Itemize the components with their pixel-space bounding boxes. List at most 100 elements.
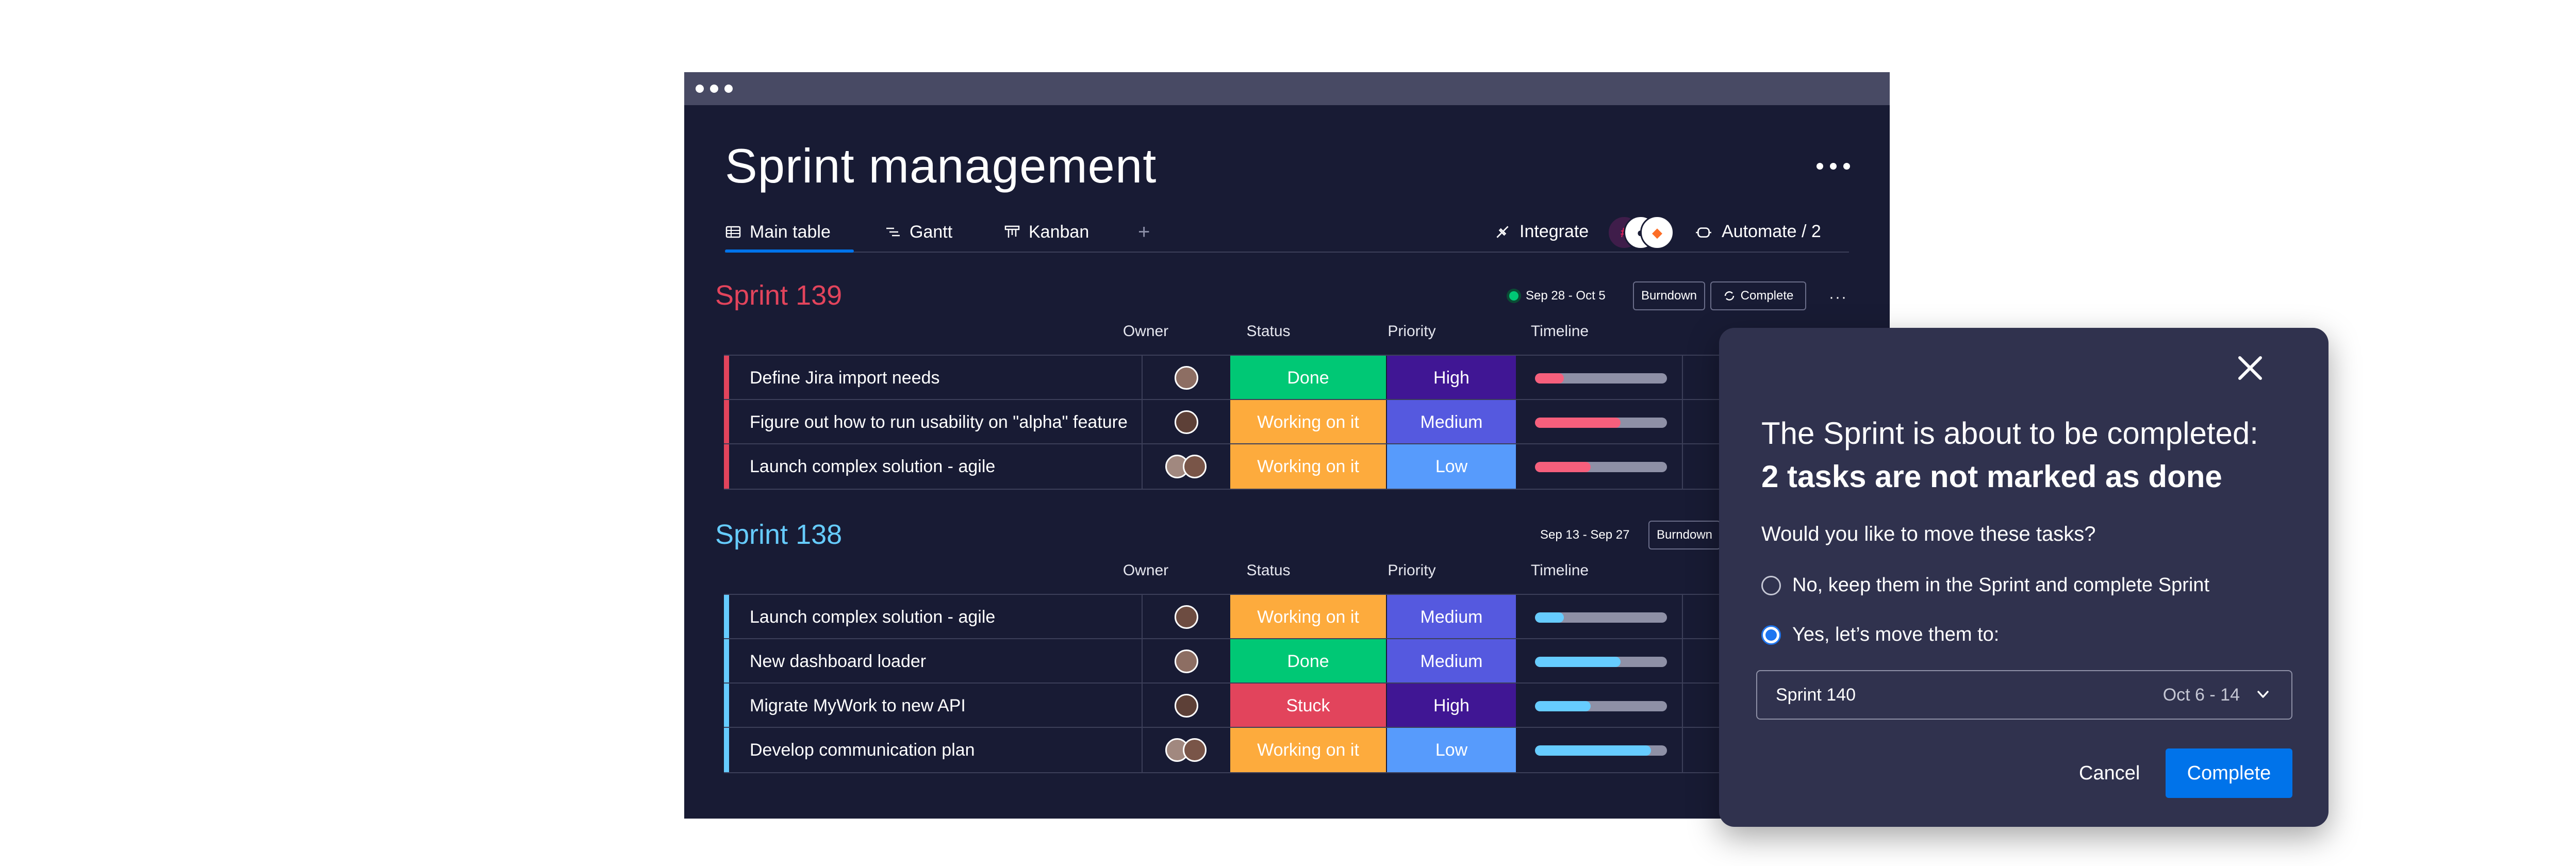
priority-cell[interactable]: Medium [1387, 400, 1516, 444]
status-cell[interactable]: Stuck [1230, 684, 1386, 728]
priority-cell[interactable]: High [1387, 684, 1516, 728]
group-title[interactable]: Sprint 139 [715, 279, 842, 311]
status-cell[interactable]: Done [1230, 356, 1386, 400]
column-header-status[interactable]: Status [1191, 562, 1346, 579]
group-table: Define Jira import needs Done High Figur… [724, 355, 1890, 490]
task-name[interactable]: Migrate MyWork to new API [750, 684, 966, 728]
integrate-label: Integrate [1520, 222, 1589, 241]
tab-main-table[interactable]: Main table [725, 222, 831, 242]
option-keep-label: No, keep them in the Sprint and complete… [1792, 574, 2210, 596]
integrate-button[interactable]: Integrate [1494, 222, 1589, 242]
timeline-bar [1535, 373, 1667, 384]
radio-keep[interactable] [1761, 575, 1781, 595]
table-row[interactable]: Figure out how to run usability on "alph… [724, 399, 1890, 444]
task-name[interactable]: Define Jira import needs [750, 356, 940, 400]
timeline-cell[interactable] [1517, 444, 1683, 489]
complete-button[interactable]: Complete [2166, 748, 2292, 798]
sprint-dates: Sep 13 - Sep 27 [1540, 528, 1629, 542]
timeline-bar [1535, 612, 1667, 623]
timeline-cell[interactable] [1517, 356, 1683, 400]
timeline-cell[interactable] [1517, 684, 1683, 728]
table-row[interactable]: Launch complex solution - agile Working … [724, 594, 1890, 639]
task-name[interactable]: New dashboard loader [750, 639, 926, 684]
avatar [1175, 649, 1198, 673]
window-dot [710, 85, 718, 93]
burndown-button[interactable]: Burndown [1633, 281, 1705, 310]
timeline-cell[interactable] [1517, 400, 1683, 444]
priority-cell[interactable]: High [1387, 356, 1516, 400]
more-options-icon[interactable] [1814, 159, 1852, 174]
table-row[interactable]: Develop communication plan Working on it… [724, 727, 1890, 773]
avatar [1183, 738, 1207, 762]
status-cell[interactable]: Working on it [1230, 728, 1386, 772]
table-row[interactable]: Define Jira import needs Done High [724, 355, 1890, 400]
column-header-owner[interactable]: Owner [1102, 323, 1190, 340]
timeline-progress [1535, 462, 1591, 472]
integration-apps: # ● ◆ [1607, 215, 1674, 249]
option-move-tasks[interactable]: Yes, let’s move them to: [1761, 624, 1999, 646]
priority-cell[interactable]: Low [1387, 444, 1516, 489]
task-name[interactable]: Develop communication plan [750, 728, 975, 772]
column-header-priority[interactable]: Priority [1347, 562, 1476, 579]
task-name[interactable]: Launch complex solution - agile [750, 595, 995, 639]
option-move-label: Yes, let’s move them to: [1792, 624, 2000, 645]
status-cell[interactable]: Working on it [1230, 444, 1386, 489]
add-view-button[interactable]: + [1138, 221, 1150, 244]
select-value: Sprint 140 [1776, 685, 1856, 705]
option-keep-tasks[interactable]: No, keep them in the Sprint and complete… [1761, 574, 2209, 596]
task-name[interactable]: Figure out how to run usability on "alph… [750, 400, 1128, 444]
complete-sprint-button[interactable]: Complete [1710, 281, 1806, 310]
table-row[interactable]: New dashboard loader Done Medium [724, 638, 1890, 684]
priority-cell[interactable]: Medium [1387, 639, 1516, 684]
tabs-divider [725, 252, 1849, 253]
column-header-status[interactable]: Status [1191, 323, 1346, 340]
tab-label: Gantt [910, 222, 953, 242]
automate-label: Automate / 2 [1722, 222, 1821, 241]
avatar [1183, 455, 1207, 478]
gitlab-icon: ◆ [1640, 215, 1674, 249]
group-color-bar [724, 444, 729, 489]
timeline-cell[interactable] [1517, 728, 1683, 772]
owner-cell[interactable] [1142, 444, 1230, 489]
column-header-owner[interactable]: Owner [1102, 562, 1190, 579]
owner-cell[interactable] [1142, 728, 1230, 772]
status-cell[interactable]: Working on it [1230, 595, 1386, 639]
status-cell[interactable]: Working on it [1230, 400, 1386, 444]
sprint-select[interactable]: Sprint 140 Oct 6 - 14 [1756, 670, 2292, 720]
avatar [1175, 410, 1198, 434]
tab-gantt[interactable]: Gantt [885, 222, 952, 242]
table-row[interactable]: Migrate MyWork to new API Stuck High [724, 682, 1890, 728]
radio-move[interactable] [1761, 625, 1781, 645]
timeline-progress [1535, 418, 1621, 428]
tab-label: Kanban [1029, 222, 1089, 242]
active-tab-indicator [725, 249, 854, 253]
window-dot [696, 85, 704, 93]
column-header-timeline[interactable]: Timeline [1477, 323, 1642, 340]
timeline-progress [1535, 657, 1621, 667]
owner-cell[interactable] [1142, 356, 1230, 400]
owner-cell[interactable] [1142, 400, 1230, 444]
column-header-timeline[interactable]: Timeline [1477, 562, 1642, 579]
timeline-cell[interactable] [1517, 595, 1683, 639]
priority-cell[interactable]: Medium [1387, 595, 1516, 639]
owner-cell[interactable] [1142, 684, 1230, 728]
task-name[interactable]: Launch complex solution - agile [750, 444, 995, 489]
sprint-dates: Sep 28 - Oct 5 [1509, 289, 1606, 303]
group-title[interactable]: Sprint 138 [715, 519, 842, 551]
group-menu-icon[interactable]: ··· [1829, 289, 1847, 306]
owner-cell[interactable] [1142, 595, 1230, 639]
chevron-down-icon [2257, 691, 2269, 698]
timeline-bar [1535, 701, 1667, 711]
burndown-button[interactable]: Burndown [1648, 521, 1721, 549]
owner-cell[interactable] [1142, 639, 1230, 684]
status-cell[interactable]: Done [1230, 639, 1386, 684]
priority-cell[interactable]: Low [1387, 728, 1516, 772]
timeline-cell[interactable] [1517, 639, 1683, 684]
column-header-priority[interactable]: Priority [1347, 323, 1476, 340]
window-dot [724, 85, 733, 93]
close-icon[interactable] [2235, 353, 2266, 384]
tab-kanban[interactable]: Kanban [1004, 222, 1089, 242]
automate-button[interactable]: Automate / 2 [1695, 222, 1821, 242]
table-row[interactable]: Launch complex solution - agile Working … [724, 443, 1890, 490]
cancel-button[interactable]: Cancel [2071, 748, 2148, 798]
